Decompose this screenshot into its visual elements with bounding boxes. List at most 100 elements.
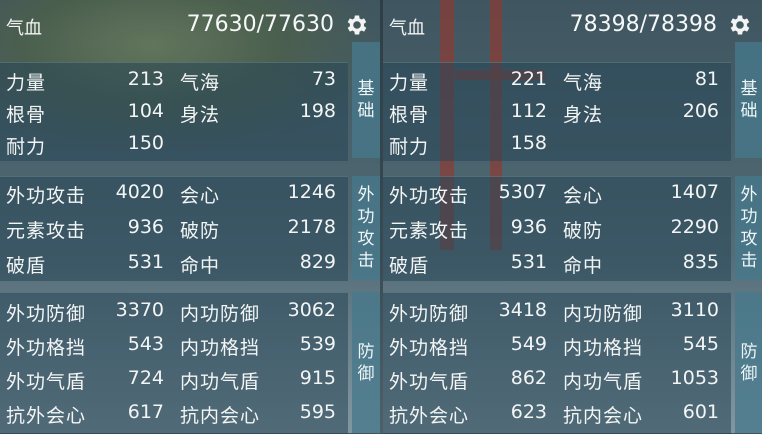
stat-external-defense: 外功防御 3370 <box>0 295 164 327</box>
stat-value: 936 <box>510 216 547 238</box>
tab-basic[interactable]: 基 础 <box>352 42 380 158</box>
stat-name: 外功攻击 <box>389 185 470 207</box>
stat-name: 抗外会心 <box>6 405 87 427</box>
attribute-panel-left: 气血 77630/77630 基 础 外 功 攻 击 防 御 力量 213 气海 7… <box>0 0 380 434</box>
stat-external-qi-shield: 外功气盾 724 <box>0 363 164 395</box>
stat-value: 4020 <box>115 181 164 203</box>
stat-value: 3370 <box>115 299 164 321</box>
stat-name: 外功格挡 <box>389 337 470 359</box>
stat-name: 破防 <box>563 220 604 242</box>
stat-value: 862 <box>510 367 547 389</box>
stat-accuracy: 命中 829 <box>174 247 336 279</box>
stat-name: 内功格挡 <box>563 337 644 359</box>
stat-name: 外功气盾 <box>389 371 470 393</box>
stat-internal-qi-shield: 内功气盾 915 <box>174 363 336 395</box>
stat-endurance: 耐力 150 <box>0 128 164 160</box>
stat-strength: 力量 221 <box>383 64 547 96</box>
stat-value: 5307 <box>498 181 547 203</box>
tab-defense[interactable]: 防 御 <box>352 292 380 433</box>
stat-name: 内功防御 <box>180 303 261 325</box>
tab-defense[interactable]: 防 御 <box>735 292 762 433</box>
stat-crit: 会心 1407 <box>557 177 719 209</box>
stat-name: 外功攻击 <box>6 185 87 207</box>
stat-name: 会心 <box>563 185 604 207</box>
stat-name: 外功防御 <box>6 303 87 325</box>
hp-value: 78398/78398 <box>569 12 717 37</box>
stat-name: 抗内会心 <box>180 405 261 427</box>
stat-name: 外功气盾 <box>6 371 87 393</box>
stat-value: 539 <box>299 333 336 355</box>
stat-external-defense: 外功防御 3418 <box>383 295 547 327</box>
stat-value: 104 <box>127 100 164 122</box>
stat-agility: 身法 198 <box>174 96 336 128</box>
tab-char: 攻 <box>357 229 375 249</box>
stat-value: 198 <box>299 100 336 122</box>
stat-value: 73 <box>311 68 336 90</box>
stat-name: 内功格挡 <box>180 337 261 359</box>
stat-elemental-attack: 元素攻击 936 <box>383 212 547 244</box>
tab-external-attack[interactable]: 外 功 攻 击 <box>735 176 762 280</box>
stat-internal-defense: 内功防御 3062 <box>174 295 336 327</box>
stat-name: 破防 <box>180 220 221 242</box>
stat-constitution: 根骨 112 <box>383 96 547 128</box>
stat-name: 根骨 <box>6 104 47 126</box>
stat-name: 力量 <box>389 72 430 94</box>
stat-crit: 会心 1246 <box>174 177 336 209</box>
stat-value: 1053 <box>670 367 719 389</box>
stat-name: 元素攻击 <box>389 220 470 242</box>
tab-char: 攻 <box>740 229 758 249</box>
stat-name: 外功防御 <box>389 303 470 325</box>
stat-accuracy: 命中 835 <box>557 247 719 279</box>
tab-char: 基 <box>357 79 375 99</box>
stat-internal-block: 内功格挡 545 <box>557 329 719 361</box>
stat-external-attack: 外功攻击 4020 <box>0 177 164 209</box>
stat-name: 身法 <box>563 104 604 126</box>
stat-value: 221 <box>510 68 547 90</box>
stat-value: 3062 <box>287 299 336 321</box>
stat-value: 3110 <box>670 299 719 321</box>
stat-internal-crit-resist: 抗内会心 601 <box>557 397 719 429</box>
stat-value: 549 <box>510 333 547 355</box>
tab-external-attack[interactable]: 外 功 攻 击 <box>352 176 380 280</box>
stat-armor-break: 破防 2290 <box>557 212 719 244</box>
stat-internal-qi-shield: 内功气盾 1053 <box>557 363 719 395</box>
stat-strength: 力量 213 <box>0 64 164 96</box>
stat-name: 元素攻击 <box>6 220 87 242</box>
stat-value: 543 <box>127 333 164 355</box>
stat-external-block: 外功格挡 543 <box>0 329 164 361</box>
stat-value: 829 <box>299 251 336 273</box>
stat-value: 158 <box>510 132 547 154</box>
tab-char: 击 <box>357 251 375 271</box>
stat-internal-defense: 内功防御 3110 <box>557 295 719 327</box>
stat-value: 531 <box>127 251 164 273</box>
stat-name: 会心 <box>180 185 221 207</box>
tab-char: 御 <box>357 363 375 384</box>
stat-shield-break: 破盾 531 <box>383 247 547 279</box>
stat-qi-sea: 气海 81 <box>557 64 719 96</box>
hp-value: 77630/77630 <box>186 12 334 37</box>
stat-value: 601 <box>682 401 719 423</box>
stat-name: 内功气盾 <box>180 371 261 393</box>
tab-char: 础 <box>357 101 375 121</box>
tab-basic[interactable]: 基 础 <box>735 42 762 158</box>
tab-char: 击 <box>740 251 758 271</box>
tab-char: 基 <box>740 79 758 99</box>
stat-value: 81 <box>694 68 719 90</box>
stat-name: 破盾 <box>389 255 430 277</box>
hp-label: 气血 <box>6 18 42 39</box>
stat-name: 气海 <box>563 72 604 94</box>
stat-endurance: 耐力 158 <box>383 128 547 160</box>
stat-name: 耐力 <box>6 136 47 158</box>
tab-char: 外 <box>740 185 758 205</box>
stat-name: 力量 <box>6 72 47 94</box>
tab-char: 功 <box>740 207 758 227</box>
stat-name: 命中 <box>563 255 604 277</box>
stat-value: 595 <box>299 401 336 423</box>
stat-elemental-attack: 元素攻击 936 <box>0 212 164 244</box>
tab-char: 防 <box>740 341 758 362</box>
stat-value: 623 <box>510 401 547 423</box>
stat-name: 耐力 <box>389 136 430 158</box>
gear-icon[interactable] <box>727 12 753 38</box>
gear-icon[interactable] <box>344 12 370 38</box>
stat-shield-break: 破盾 531 <box>0 247 164 279</box>
